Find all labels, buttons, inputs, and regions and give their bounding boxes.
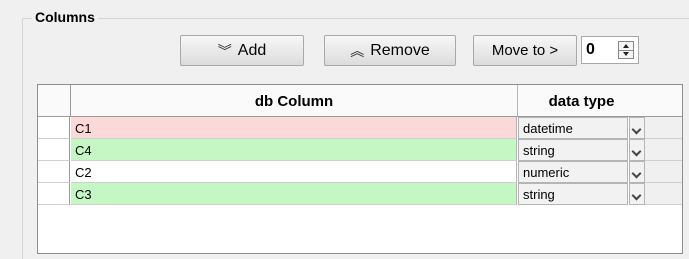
remove-button[interactable]: ︽ Remove bbox=[324, 35, 456, 66]
data-type-select[interactable]: numeric bbox=[518, 161, 628, 183]
move-to-label: Move to > bbox=[491, 42, 559, 59]
row-tail bbox=[645, 161, 682, 183]
data-type-select[interactable]: string bbox=[518, 139, 628, 161]
remove-button-label: Remove bbox=[370, 41, 430, 59]
group-title: Columns bbox=[32, 9, 98, 25]
chevron-down-icon[interactable] bbox=[629, 117, 645, 139]
row-header[interactable] bbox=[38, 183, 70, 205]
row-header-corner bbox=[38, 85, 71, 117]
spinner-arrows-icon[interactable] bbox=[618, 41, 634, 59]
table-cell-db-column[interactable]: C2 bbox=[71, 161, 517, 183]
header-db-column[interactable]: db Column bbox=[71, 85, 518, 117]
chevron-double-up-icon: ︽ bbox=[350, 42, 364, 59]
move-to-spinner[interactable]: 0 bbox=[581, 36, 639, 64]
row-header[interactable] bbox=[38, 117, 70, 139]
add-button-label: Add bbox=[237, 41, 267, 59]
row-tail bbox=[645, 139, 682, 161]
move-to-value[interactable]: 0 bbox=[586, 41, 595, 59]
chevron-down-icon[interactable] bbox=[629, 183, 645, 205]
table-cell-db-column[interactable]: C3 bbox=[71, 183, 517, 205]
chevron-double-down-icon: ︾ bbox=[217, 42, 232, 59]
data-type-select[interactable]: string bbox=[518, 183, 628, 205]
table-cell-db-column[interactable]: C1 bbox=[71, 117, 517, 139]
header-data-type-label: data type bbox=[548, 93, 615, 110]
header-data-type[interactable]: data type bbox=[518, 85, 682, 117]
header-db-column-label: db Column bbox=[254, 93, 334, 110]
columns-table: db Column data type C1 datetime C4 strin… bbox=[37, 84, 683, 254]
row-tail bbox=[645, 117, 682, 139]
row-tail bbox=[645, 183, 682, 205]
add-button[interactable]: ︾ Add bbox=[180, 35, 304, 66]
move-to-button[interactable]: Move to > bbox=[473, 35, 577, 66]
data-type-select[interactable]: datetime bbox=[518, 117, 628, 139]
row-header[interactable] bbox=[38, 139, 70, 161]
chevron-down-icon[interactable] bbox=[629, 161, 645, 183]
table-cell-db-column[interactable]: C4 bbox=[71, 139, 517, 161]
row-header[interactable] bbox=[38, 161, 70, 183]
chevron-down-icon[interactable] bbox=[629, 139, 645, 161]
